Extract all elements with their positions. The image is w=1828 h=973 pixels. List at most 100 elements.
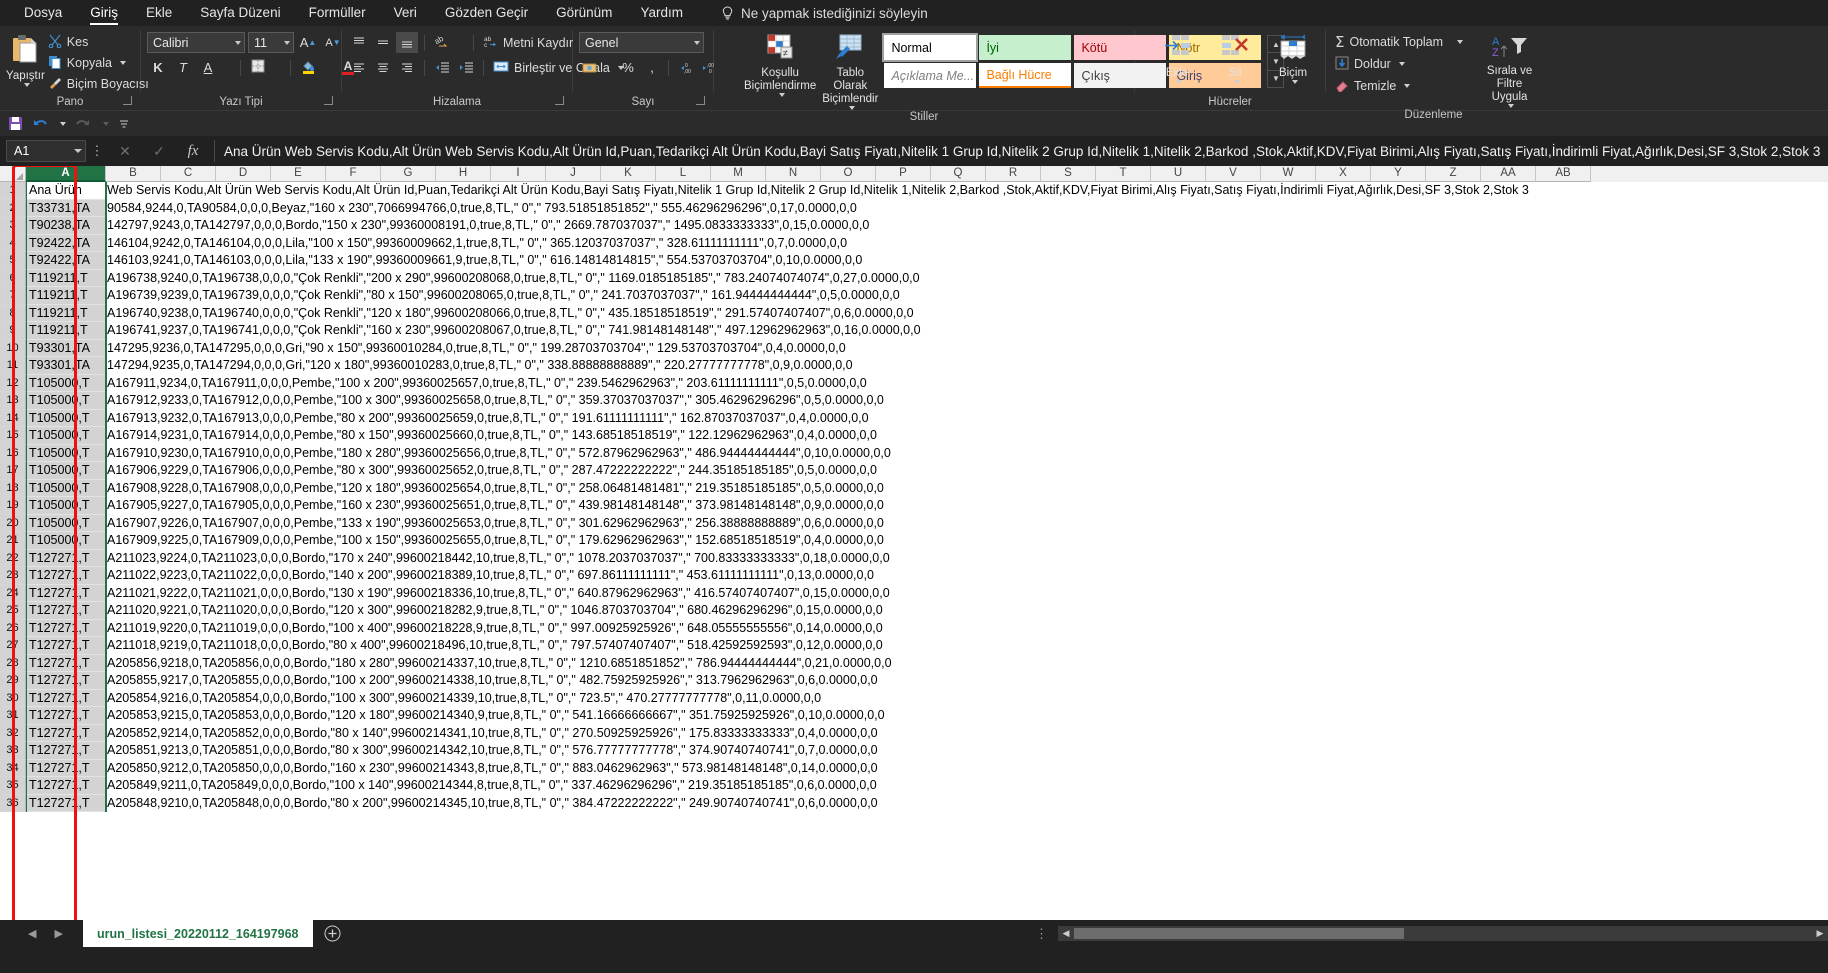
column-header-U[interactable]: U: [1151, 166, 1206, 182]
cell-A4[interactable]: T92422,TA: [26, 234, 106, 252]
column-header-V[interactable]: V: [1206, 166, 1261, 182]
align-middle-button[interactable]: [372, 32, 394, 53]
row-header-32[interactable]: 32: [0, 724, 26, 742]
row-header-19[interactable]: 19: [0, 497, 26, 515]
cell-A29[interactable]: T127271,T: [26, 672, 106, 690]
percent-style-button[interactable]: %: [617, 57, 639, 78]
format-painter-button[interactable]: Biçim Boyacısı: [45, 74, 152, 94]
cell-A21[interactable]: T105000,T: [26, 532, 106, 550]
row-header-12[interactable]: 12: [0, 374, 26, 392]
name-box-dropdown-icon[interactable]: [74, 149, 82, 153]
delete-cells-button[interactable]: Sil: [1209, 32, 1261, 84]
align-left-button[interactable]: [348, 57, 370, 78]
row-header-3[interactable]: 3: [0, 217, 26, 235]
row-header-6[interactable]: 6: [0, 269, 26, 287]
cell-A25[interactable]: T127271,T: [26, 602, 106, 620]
column-header-K[interactable]: K: [601, 166, 656, 182]
column-header-S[interactable]: S: [1041, 166, 1096, 182]
save-icon[interactable]: [8, 116, 23, 131]
italic-button[interactable]: T: [172, 57, 194, 78]
ribbon-tab-ekle[interactable]: Ekle: [132, 0, 186, 26]
cell-A36[interactable]: T127271,T: [26, 794, 106, 812]
column-header-T[interactable]: T: [1096, 166, 1151, 182]
cell-A18[interactable]: T105000,T: [26, 479, 106, 497]
increase-decimal-button[interactable]: 0,00: [674, 57, 696, 78]
underline-dropdown[interactable]: [222, 57, 234, 78]
horizontal-scroll-thumb[interactable]: [1074, 928, 1404, 939]
format-as-table-button[interactable]: Tablo Olarak Biçimlendir: [822, 32, 878, 110]
row-header-22[interactable]: 22: [0, 549, 26, 567]
align-center-button[interactable]: [372, 57, 394, 78]
autosum-dropdown-icon[interactable]: [1457, 40, 1464, 44]
cell-A35[interactable]: T127271,T: [26, 777, 106, 795]
row-header-33[interactable]: 33: [0, 742, 26, 760]
formula-cancel-button[interactable]: ✕: [108, 140, 142, 162]
underline-button[interactable]: A: [197, 57, 219, 78]
cell-A33[interactable]: T127271,T: [26, 742, 106, 760]
cell-A32[interactable]: T127271,T: [26, 724, 106, 742]
column-header-Q[interactable]: Q: [931, 166, 986, 182]
column-header-D[interactable]: D: [216, 166, 271, 182]
font-dialog-launcher[interactable]: [324, 96, 333, 105]
fill-button[interactable]: Doldur: [1332, 54, 1466, 74]
status-options-icon[interactable]: ⋮: [1025, 926, 1058, 942]
cell-A20[interactable]: T105000,T: [26, 514, 106, 532]
column-header-J[interactable]: J: [546, 166, 601, 182]
row-header-11[interactable]: 11: [0, 357, 26, 375]
number-dialog-launcher[interactable]: [696, 96, 705, 105]
row-header-9[interactable]: 9: [0, 322, 26, 340]
column-header-Y[interactable]: Y: [1371, 166, 1426, 182]
row-header-8[interactable]: 8: [0, 304, 26, 322]
cell-A15[interactable]: T105000,T: [26, 427, 106, 445]
column-header-AB[interactable]: AB: [1536, 166, 1591, 182]
decrease-indent-button[interactable]: [431, 57, 453, 78]
bold-button[interactable]: K: [147, 57, 169, 78]
ribbon-tab-gorunum[interactable]: Görünüm: [542, 0, 626, 26]
column-header-M[interactable]: M: [711, 166, 766, 182]
ribbon-tab-giris[interactable]: Giriş: [76, 0, 132, 26]
column-header-E[interactable]: E: [271, 166, 326, 182]
cell-A34[interactable]: T127271,T: [26, 759, 106, 777]
cell-A16[interactable]: T105000,T: [26, 444, 106, 462]
copy-button[interactable]: Kopyala: [45, 53, 152, 73]
currency-format-button[interactable]: [579, 57, 601, 78]
row-header-27[interactable]: 27: [0, 637, 26, 655]
ribbon-tab-gozden-gecir[interactable]: Gözden Geçir: [431, 0, 542, 26]
sheet-tab-active[interactable]: urun_listesi_20220112_164197968: [82, 920, 313, 947]
row-header-36[interactable]: 36: [0, 794, 26, 812]
font-size-input[interactable]: 11: [248, 32, 294, 53]
row-header-28[interactable]: 28: [0, 654, 26, 672]
column-header-I[interactable]: I: [491, 166, 546, 182]
row-header-15[interactable]: 15: [0, 427, 26, 445]
borders-dropdown[interactable]: [272, 57, 284, 78]
column-header-B[interactable]: B: [106, 166, 161, 182]
align-right-button[interactable]: [396, 57, 418, 78]
fill-color-button[interactable]: [297, 57, 319, 78]
style-bagli-hucre[interactable]: Bağlı Hücre: [979, 63, 1072, 88]
prev-sheet-icon[interactable]: ◀: [28, 927, 36, 940]
column-header-H[interactable]: H: [436, 166, 491, 182]
clear-button[interactable]: Temizle: [1332, 76, 1466, 96]
cell-A13[interactable]: T105000,T: [26, 392, 106, 410]
column-header-R[interactable]: R: [986, 166, 1041, 182]
insert-cells-button[interactable]: Ekle: [1151, 32, 1203, 84]
row-header-31[interactable]: 31: [0, 707, 26, 725]
formula-enter-button[interactable]: ✓: [142, 140, 176, 162]
row-header-18[interactable]: 18: [0, 479, 26, 497]
horizontal-scrollbar[interactable]: ◀ ▶: [1058, 926, 1828, 941]
column-header-C[interactable]: C: [161, 166, 216, 182]
fill-color-dropdown[interactable]: [322, 57, 334, 78]
insert-dropdown-icon[interactable]: [1175, 80, 1182, 84]
sort-filter-button[interactable]: AZ Sırala ve Filtre Uygula: [1484, 32, 1535, 108]
column-header-O[interactable]: O: [821, 166, 876, 182]
autosum-button[interactable]: Σ Otomatik Toplam: [1332, 32, 1466, 52]
cell-A28[interactable]: T127271,T: [26, 654, 106, 672]
orientation-dropdown[interactable]: [455, 32, 467, 53]
row-header-10[interactable]: 10: [0, 339, 26, 357]
row-header-4[interactable]: 4: [0, 234, 26, 252]
undo-dropdown-icon[interactable]: [57, 121, 66, 126]
column-header-G[interactable]: G: [381, 166, 436, 182]
customize-qat-icon[interactable]: [118, 118, 130, 130]
style-iyi[interactable]: İyi: [979, 35, 1072, 60]
wrap-text-button[interactable]: ab c Metni Kaydır: [480, 33, 576, 53]
